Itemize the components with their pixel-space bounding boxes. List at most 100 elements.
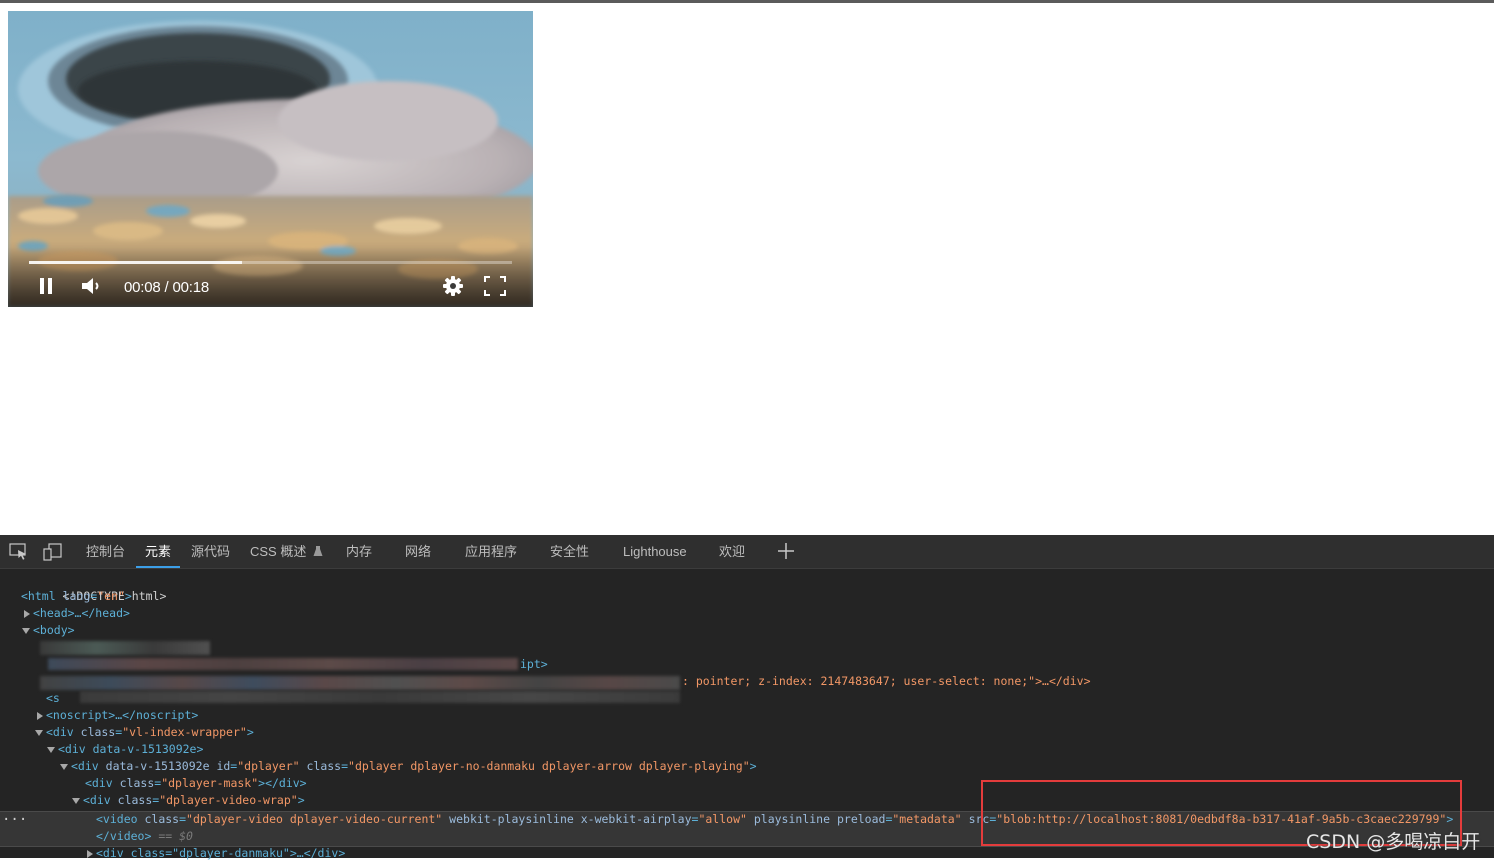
video-attr-preload: preload bbox=[836, 812, 886, 826]
wrapper-attr: class bbox=[80, 725, 116, 739]
video-preload-val: "metadata" bbox=[892, 812, 962, 826]
progress-played bbox=[29, 261, 242, 264]
inspect-icon bbox=[9, 543, 26, 560]
add-tab-button[interactable] bbox=[776, 541, 796, 561]
device-toggle-button[interactable] bbox=[43, 543, 63, 561]
dom-partial-style[interactable]: : pointer; z-index: 2147483647; user-sel… bbox=[682, 673, 1091, 690]
wrapper-value: "vl-index-wrapper" bbox=[122, 725, 247, 739]
mask-tag: <div bbox=[85, 776, 113, 790]
expand-arrow-icon[interactable] bbox=[87, 849, 93, 858]
redacted-region bbox=[40, 641, 210, 655]
dom-node-index-wrapper[interactable]: <div class="vl-index-wrapper"> bbox=[35, 724, 254, 741]
tab-application[interactable]: 应用程序 bbox=[465, 535, 517, 568]
html-tag: <html bbox=[21, 589, 56, 603]
mask-value: "dplayer-mask" bbox=[161, 776, 259, 790]
tab-console[interactable]: 控制台 bbox=[86, 535, 125, 568]
flask-icon bbox=[313, 546, 323, 556]
inspect-element-button[interactable] bbox=[9, 543, 29, 561]
window-top-border bbox=[0, 0, 1494, 3]
dplayer-attr2: id bbox=[216, 759, 231, 773]
wrapper-gt: > bbox=[246, 725, 254, 739]
tab-network[interactable]: 网络 bbox=[405, 535, 431, 568]
dom-partial-s[interactable]: <s bbox=[46, 690, 60, 707]
player-controls-bar: 00:08 / 00:18 bbox=[8, 247, 533, 307]
plus-icon bbox=[778, 543, 794, 559]
settings-button[interactable] bbox=[441, 274, 465, 298]
partial-script-tail: ipt> bbox=[520, 657, 548, 671]
device-emulation-icon bbox=[43, 543, 62, 561]
videowrap-tag: <div bbox=[83, 793, 111, 807]
redacted-region bbox=[80, 691, 680, 703]
expand-arrow-icon[interactable] bbox=[24, 609, 30, 618]
dom-node-html[interactable]: <html lang="en"> bbox=[21, 588, 132, 605]
dplayer-tag: <div bbox=[71, 759, 99, 773]
tab-sources[interactable]: 源代码 bbox=[191, 535, 230, 568]
progress-bar[interactable] bbox=[29, 261, 512, 264]
head-tag: <head>…</head> bbox=[33, 606, 130, 620]
videowrap-attr: class bbox=[117, 793, 153, 807]
partial-s-tag: <s bbox=[46, 691, 60, 705]
dom-node-danmaku[interactable]: <div class="dplayer-danmaku">…</div> bbox=[87, 845, 345, 862]
volume-button[interactable] bbox=[78, 275, 104, 297]
video-player[interactable]: 00:08 / 00:18 bbox=[8, 11, 533, 307]
dplayer-val3: "dplayer dplayer-no-danmaku dplayer-arro… bbox=[348, 759, 750, 773]
html-attr-name: lang bbox=[62, 589, 91, 603]
time-display: 00:08 / 00:18 bbox=[124, 279, 209, 296]
dom-node-video-wrap[interactable]: <div class="dplayer-video-wrap"> bbox=[72, 792, 305, 809]
tab-css-overview[interactable]: CSS 概述 bbox=[250, 535, 323, 568]
collapse-arrow-icon[interactable] bbox=[47, 746, 55, 753]
pause-button[interactable] bbox=[35, 275, 57, 297]
noscript-tag: <noscript>…</noscript> bbox=[46, 708, 199, 722]
dplayer-val2: "dplayer" bbox=[237, 759, 300, 773]
html-attr-value: "en" bbox=[97, 589, 125, 603]
partial-style-text: : pointer; z-index: 2147483647; user-sel… bbox=[682, 674, 1091, 688]
videowrap-gt: > bbox=[297, 793, 305, 807]
collapse-arrow-icon[interactable] bbox=[72, 797, 80, 804]
collapse-arrow-icon[interactable] bbox=[60, 763, 68, 770]
dom-node-body[interactable]: <body> bbox=[22, 622, 75, 639]
dplayer-eq3: = bbox=[341, 759, 349, 773]
dom-node-noscript[interactable]: <noscript>…</noscript> bbox=[37, 707, 198, 724]
time-separator: / bbox=[160, 279, 173, 296]
dplayer-attr1: data-v-1513092e bbox=[105, 759, 210, 773]
mask-close: ></div> bbox=[258, 776, 307, 790]
fullscreen-button[interactable] bbox=[483, 275, 507, 297]
volume-icon bbox=[82, 278, 99, 294]
pause-icon bbox=[40, 278, 52, 294]
video-class-eq: = bbox=[179, 812, 187, 826]
videowrap-value: "dplayer-video-wrap" bbox=[159, 793, 298, 807]
video-tag: <video bbox=[96, 812, 138, 826]
dom-node-doctype[interactable]: <!DOCTYPE html> bbox=[21, 571, 167, 603]
csdn-watermark: CSDN @多喝凉白开 bbox=[1306, 831, 1481, 853]
tab-memory[interactable]: 内存 bbox=[346, 535, 372, 568]
collapse-arrow-icon[interactable] bbox=[35, 729, 43, 736]
wrapper-tag: <div bbox=[46, 725, 74, 739]
expand-arrow-icon[interactable] bbox=[37, 711, 43, 720]
tab-css-overview-label: CSS 概述 bbox=[250, 544, 307, 559]
dplayer-gt: > bbox=[749, 759, 757, 773]
dom-node-dplayer[interactable]: <div data-v-1513092e id="dplayer" class=… bbox=[60, 758, 757, 775]
dom-node-head[interactable]: <head>…</head> bbox=[24, 605, 130, 622]
mask-attr: class bbox=[119, 776, 155, 790]
time-current: 00:08 bbox=[124, 279, 161, 296]
dom-partial-script[interactable]: ipt> bbox=[520, 656, 548, 673]
tab-elements[interactable]: 元素 bbox=[136, 535, 181, 568]
redacted-region bbox=[48, 658, 518, 670]
fullscreen-icon bbox=[484, 276, 506, 296]
redacted-region bbox=[40, 676, 680, 690]
datav-tag: <div data-v-1513092e> bbox=[58, 742, 204, 756]
tab-welcome[interactable]: 欢迎 bbox=[719, 535, 745, 568]
video-class-val: "dplayer-video dplayer-video-current" bbox=[186, 812, 443, 826]
tab-lighthouse[interactable]: Lighthouse bbox=[623, 535, 687, 568]
dplayer-attr3: class bbox=[306, 759, 342, 773]
html-gt: > bbox=[124, 589, 132, 603]
dom-node-datav-div[interactable]: <div data-v-1513092e> bbox=[47, 741, 203, 758]
dom-node-mask[interactable]: <div class="dplayer-mask"></div> bbox=[85, 775, 307, 792]
tab-security[interactable]: 安全性 bbox=[550, 535, 589, 568]
collapse-arrow-icon[interactable] bbox=[22, 627, 30, 634]
node-actions-dots[interactable]: ··· bbox=[2, 812, 27, 828]
dom-node-video-close[interactable]: </video> == $0 bbox=[96, 828, 193, 845]
video-attr-airplay: x-webkit-airplay bbox=[580, 812, 692, 826]
selected-node-ref: == $0 bbox=[151, 829, 193, 843]
video-airplay-val: "allow" bbox=[698, 812, 747, 826]
